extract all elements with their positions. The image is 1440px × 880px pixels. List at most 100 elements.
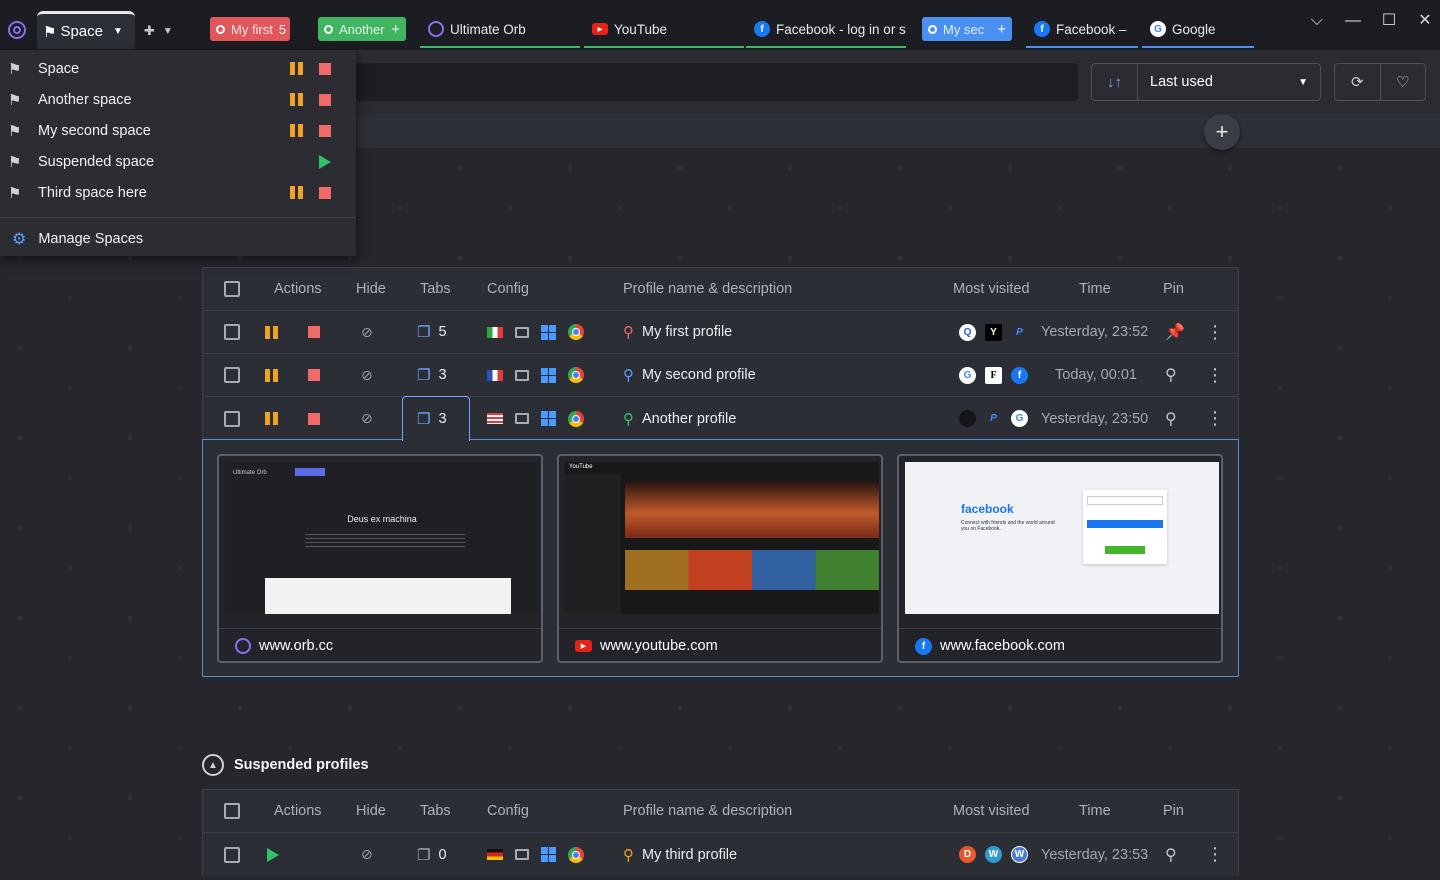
sort-direction-button[interactable]: ↓↑	[1092, 64, 1138, 100]
stop-icon[interactable]	[319, 186, 331, 199]
row-checkbox[interactable]	[224, 324, 240, 340]
tab-profile-my-first[interactable]: My first 5	[202, 12, 298, 48]
eye-off-icon[interactable]: ⊘	[361, 324, 373, 341]
header-profile[interactable]: Profile name & description	[623, 281, 792, 297]
tab-facebook-login[interactable]: f Facebook - log in or s	[746, 12, 906, 48]
w-site-icon[interactable]: W	[985, 846, 1002, 863]
profile-name-cell[interactable]: ⚲ My first profile	[623, 323, 732, 341]
pause-icon[interactable]	[265, 325, 278, 339]
profile-name-cell[interactable]: ⚲ Another profile	[623, 410, 736, 428]
stop-icon[interactable]	[308, 369, 320, 381]
header-actions[interactable]: Actions	[274, 281, 322, 297]
row-checkbox[interactable]	[224, 846, 240, 863]
more-options-icon[interactable]: ⋮	[1206, 844, 1224, 865]
search-input[interactable]	[356, 63, 1078, 101]
orb-logo-icon[interactable]	[8, 21, 26, 39]
history-button[interactable]: ⟳	[1335, 64, 1381, 100]
pause-icon[interactable]	[290, 62, 303, 75]
pin-outline-icon[interactable]: ⚲	[1165, 845, 1177, 865]
tab-facebook[interactable]: f Facebook –	[1026, 12, 1138, 48]
header-tabs[interactable]: Tabs	[420, 803, 451, 819]
favorites-button[interactable]: ♡	[1381, 64, 1426, 100]
paypal-icon[interactable]: P	[985, 410, 1002, 427]
header-time[interactable]: Time	[1079, 803, 1111, 819]
header-profile[interactable]: Profile name & description	[623, 803, 792, 819]
header-hide[interactable]: Hide	[356, 281, 386, 297]
pause-icon[interactable]	[290, 124, 303, 137]
tab-ultimate-orb[interactable]: Ultimate Orb	[420, 12, 580, 48]
header-config[interactable]: Config	[487, 803, 529, 819]
header-config[interactable]: Config	[487, 281, 529, 297]
pin-icon[interactable]: 📌	[1165, 322, 1185, 342]
table-row[interactable]: ⊘ ❐ 0 ⚲ My third profile D W W Yesterday…	[203, 833, 1238, 876]
paypal-icon[interactable]: P	[1011, 324, 1028, 341]
space-menu-item[interactable]: ⚑ Space	[0, 53, 356, 84]
tab-preview-card[interactable]: Ultimate Orb Deus ex machina www.orb.cc	[217, 454, 543, 663]
tabs-toggle[interactable]: ❐ 3	[417, 366, 447, 384]
wordpress-icon[interactable]: W	[1011, 846, 1028, 863]
table-row[interactable]: ⊘ ❐ 3 ⚲ Another profile P G Yesterday, 2…	[203, 396, 1238, 441]
header-pin[interactable]: Pin	[1163, 281, 1184, 297]
tabs-toggle[interactable]: ❐ 0	[417, 846, 447, 864]
y-site-icon[interactable]: Y	[985, 323, 1002, 341]
tabs-toggle[interactable]: ❐ 3	[417, 410, 447, 428]
more-options-icon[interactable]: ⋮	[1206, 408, 1224, 429]
duckduckgo-icon[interactable]: D	[959, 846, 976, 863]
more-options-icon[interactable]: ⋮	[1206, 365, 1224, 386]
space-selector[interactable]: ⚑ Space ▼	[37, 11, 135, 49]
select-all-checkbox[interactable]	[224, 281, 240, 297]
facebook-icon[interactable]: f	[1011, 366, 1028, 384]
stop-icon[interactable]	[308, 412, 320, 425]
space-menu-item[interactable]: ⚑ Third space here	[0, 177, 356, 208]
sort-select[interactable]: Last used ▼	[1138, 64, 1320, 100]
header-pin[interactable]: Pin	[1163, 803, 1184, 819]
eye-off-icon[interactable]: ⊘	[361, 846, 373, 863]
stop-icon[interactable]	[319, 124, 331, 137]
tab-preview-card[interactable]: YouTube ▶ www.youtube.com	[557, 454, 883, 663]
eye-off-icon[interactable]: ⊘	[361, 367, 373, 384]
table-row[interactable]: ⊘ ❐ 5 ⚲ My first profile Q Y P Yesterday…	[203, 311, 1238, 354]
tab-list-chevron-icon[interactable]: ⌵	[1306, 10, 1328, 32]
tab-profile-my-second[interactable]: My sec +	[914, 12, 1020, 48]
play-icon[interactable]	[319, 154, 331, 169]
minimize-icon[interactable]: —	[1342, 10, 1364, 32]
row-checkbox[interactable]	[224, 367, 240, 383]
google-icon[interactable]: G	[959, 366, 976, 384]
profile-name-cell[interactable]: ⚲ My second profile	[623, 366, 756, 384]
tab-profile-another[interactable]: Another +	[310, 12, 414, 48]
header-most-visited[interactable]: Most visited	[953, 281, 1030, 297]
tab-preview-card[interactable]: facebook Connect with friends and the wo…	[897, 454, 1223, 663]
space-menu-item[interactable]: ⚑ Suspended space	[0, 146, 356, 177]
manage-spaces-button[interactable]: ⚙ Manage Spaces	[0, 224, 356, 254]
header-most-visited[interactable]: Most visited	[953, 803, 1030, 819]
tab-youtube[interactable]: ▸ YouTube	[584, 12, 744, 48]
header-actions[interactable]: Actions	[274, 803, 322, 819]
google-icon[interactable]: G	[1011, 410, 1028, 427]
header-time[interactable]: Time	[1079, 281, 1111, 297]
space-menu-item[interactable]: ⚑ Another space	[0, 84, 356, 115]
suspended-section-header[interactable]: ▲ Suspended profiles	[202, 754, 369, 776]
play-icon[interactable]	[267, 847, 279, 862]
maximize-icon[interactable]: ☐	[1378, 10, 1400, 32]
pause-icon[interactable]	[290, 186, 303, 199]
select-all-checkbox[interactable]	[224, 803, 240, 819]
eye-off-icon[interactable]: ⊘	[361, 410, 373, 427]
add-profile-button[interactable]: +	[1204, 114, 1240, 150]
pin-outline-icon[interactable]: ⚲	[1165, 365, 1177, 385]
stop-icon[interactable]	[308, 326, 320, 338]
row-checkbox[interactable]	[224, 410, 240, 427]
pause-icon[interactable]	[265, 368, 278, 382]
dark-site-icon[interactable]	[959, 410, 976, 427]
more-options-icon[interactable]: ⋮	[1206, 322, 1224, 343]
stop-icon[interactable]	[319, 93, 331, 106]
stop-icon[interactable]	[319, 62, 331, 75]
profile-name-cell[interactable]: ⚲ My third profile	[623, 846, 737, 864]
tabs-toggle[interactable]: ❐ 5	[417, 323, 447, 341]
header-hide[interactable]: Hide	[356, 803, 386, 819]
table-row[interactable]: ⊘ ❐ 3 ⚲ My second profile G F f Today, 0…	[203, 354, 1238, 397]
tab-google[interactable]: G Google	[1142, 12, 1254, 48]
search-site-icon[interactable]: Q	[959, 323, 976, 341]
pause-icon[interactable]	[290, 93, 303, 106]
header-tabs[interactable]: Tabs	[420, 281, 451, 297]
chevron-up-icon[interactable]: ▲	[202, 754, 224, 776]
